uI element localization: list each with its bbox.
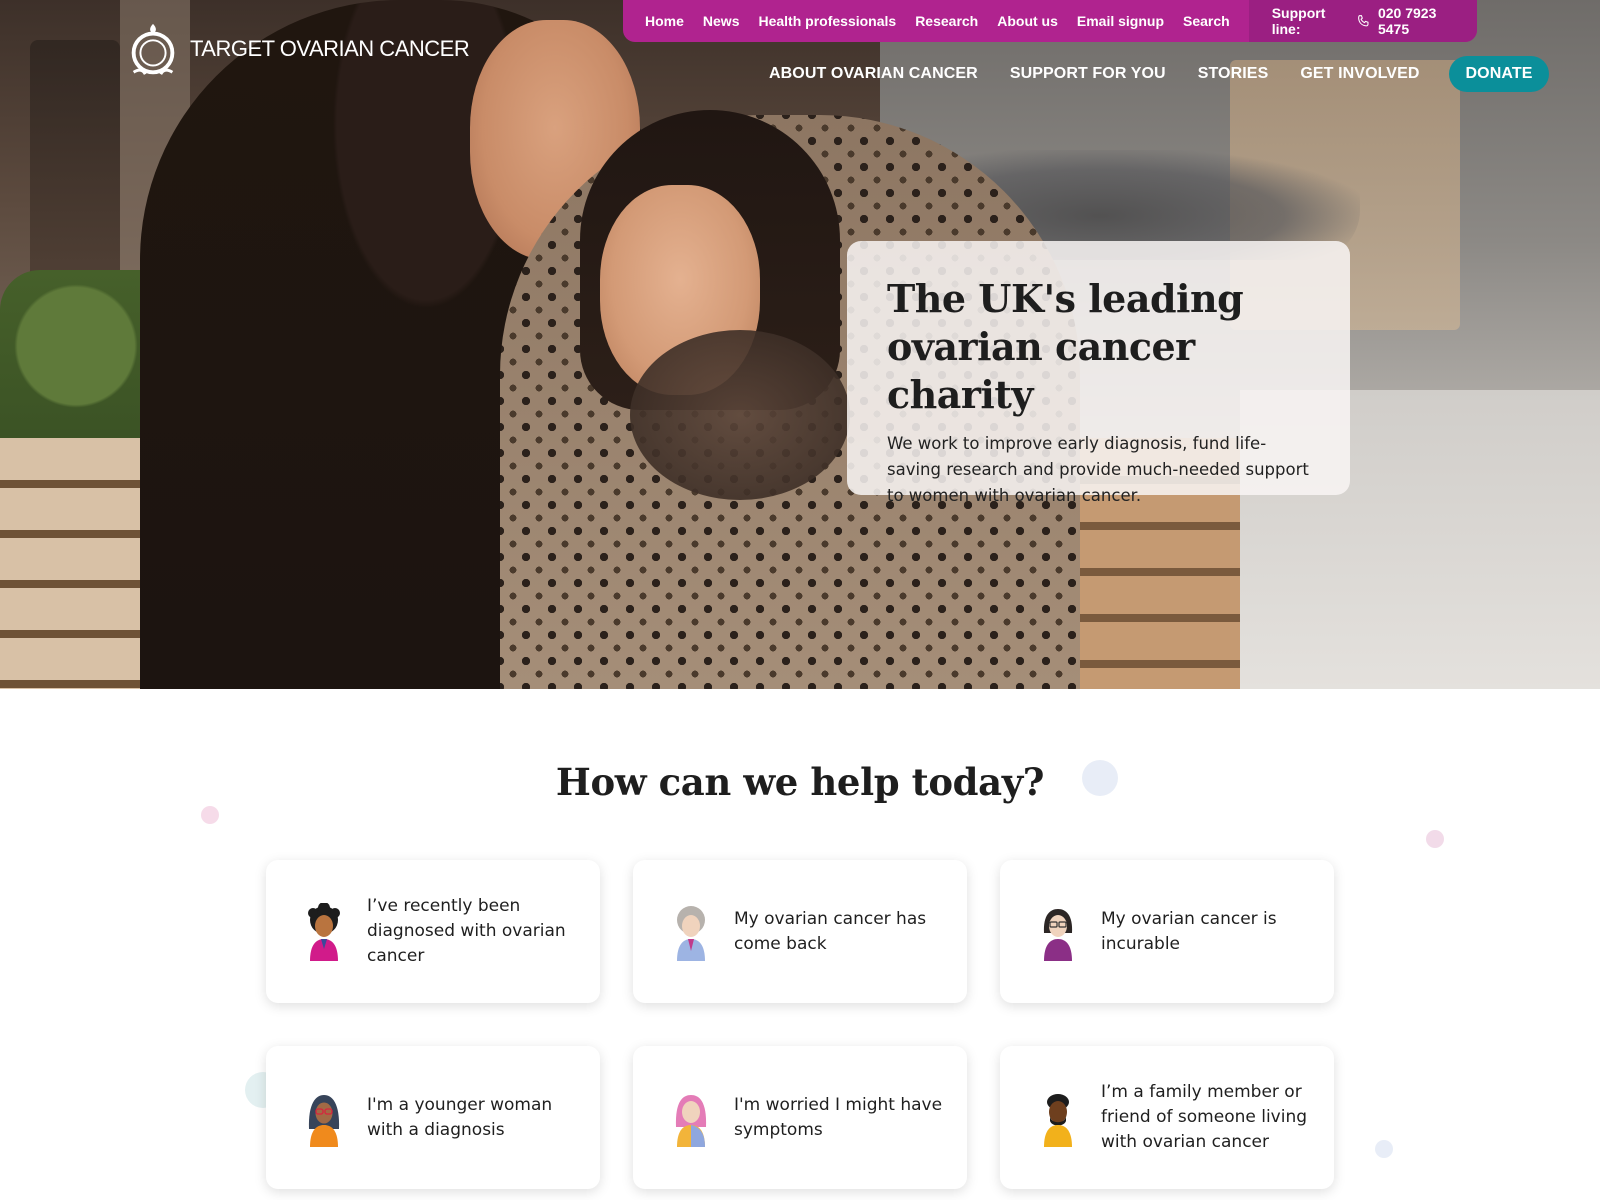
avatar-man-icon <box>1044 1093 1072 1147</box>
nav-support-for-you[interactable]: SUPPORT FOR YOU <box>1010 65 1166 83</box>
avatar-curly-hair-icon <box>308 902 340 961</box>
utility-link-news[interactable]: News <box>703 13 740 29</box>
donate-button[interactable]: DONATE <box>1448 56 1550 92</box>
utility-link-email-signup[interactable]: Email signup <box>1077 13 1164 29</box>
support-line-phone[interactable]: 020 7923 5475 <box>1378 5 1454 37</box>
avatar-glasses-icon <box>1043 908 1073 961</box>
nav-about-ovarian-cancer[interactable]: ABOUT OVARIAN CANCER <box>769 65 978 83</box>
decorative-dot <box>1426 830 1444 848</box>
help-card-label: I'm worried I might have symptoms <box>734 1094 943 1140</box>
main-nav: ABOUT OVARIAN CANCER SUPPORT FOR YOU STO… <box>769 56 1581 92</box>
help-card-label: I’ve recently been diagnosed with ovaria… <box>367 896 566 966</box>
nav-get-involved[interactable]: GET INVOLVED <box>1300 65 1419 83</box>
avatar-pink-hair-icon <box>675 1094 707 1147</box>
hero-title: The UK's leading ovarian cancer charity <box>887 276 1244 417</box>
utility-link-about-us[interactable]: About us <box>997 13 1058 29</box>
help-card-incurable[interactable]: My ovarian cancer is incurable <box>1000 860 1334 1003</box>
utility-bar: Home News Health professionals Research … <box>623 0 1477 42</box>
hero-text: We work to improve early diagnosis, fund… <box>887 434 1309 505</box>
decorative-dot <box>201 806 219 824</box>
hero-section: TARGET OVARIAN CANCER Home News Health p… <box>0 0 1600 689</box>
hero-photo-fur-collar <box>630 330 850 500</box>
help-card-label: I’m a family member or friend of someone… <box>1101 1082 1308 1152</box>
utility-link-search[interactable]: Search <box>1183 13 1230 29</box>
utility-nav: Home News Health professionals Research … <box>623 0 1249 42</box>
avatar-grey-hair-icon <box>677 905 705 961</box>
avatar-headscarf-icon <box>308 1094 340 1147</box>
logo-text: TARGET OVARIAN CANCER <box>190 36 470 61</box>
hero-background-window <box>30 40 120 280</box>
hero-card: The UK's leading ovarian cancer charity … <box>847 241 1350 505</box>
help-card-family-friend[interactable]: I’m a family member or friend of someone… <box>1000 1046 1334 1189</box>
help-card-label: My ovarian cancer is incurable <box>1101 908 1277 954</box>
help-card-younger-woman[interactable]: I'm a younger woman with a diagnosis <box>266 1046 600 1189</box>
help-card-cancer-come-back[interactable]: My ovarian cancer has come back <box>633 860 967 1003</box>
help-section-title: How can we help today? <box>555 760 1045 804</box>
phone-icon <box>1358 15 1369 27</box>
help-card-worried-symptoms[interactable]: I'm worried I might have symptoms <box>633 1046 967 1189</box>
utility-link-health-professionals[interactable]: Health professionals <box>758 13 896 29</box>
utility-link-home[interactable]: Home <box>645 13 684 29</box>
help-card-recently-diagnosed[interactable]: I’ve recently been diagnosed with ovaria… <box>266 860 600 1003</box>
utility-link-research[interactable]: Research <box>915 13 978 29</box>
support-line[interactable]: Support line: 020 7923 5475 <box>1248 0 1477 42</box>
site-logo[interactable]: TARGET OVARIAN CANCER <box>122 18 470 80</box>
nav-stories[interactable]: STORIES <box>1198 65 1269 83</box>
support-line-label: Support line: <box>1271 5 1326 37</box>
help-card-label: I'm a younger woman with a diagnosis <box>367 1094 553 1140</box>
decorative-dot <box>1375 1140 1393 1158</box>
help-card-label: My ovarian cancer has come back <box>734 908 927 954</box>
logo-ring-icon <box>131 23 175 75</box>
